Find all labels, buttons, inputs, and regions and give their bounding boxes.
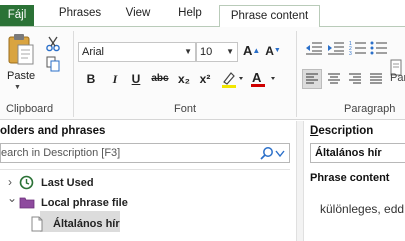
bulleted-list-icon[interactable] bbox=[370, 40, 388, 56]
font-size-select[interactable]: 10 ▼ bbox=[196, 42, 238, 62]
grow-font-icon: A bbox=[243, 43, 253, 58]
phrase-detail-pane: Description Általános hír Phrase content… bbox=[304, 121, 405, 241]
document-icon bbox=[31, 216, 43, 232]
tab-view[interactable]: View bbox=[118, 4, 158, 26]
font-name-value: Arial bbox=[82, 46, 105, 58]
description-label-rest: escription bbox=[318, 125, 374, 137]
tab-file[interactable]: Fájl bbox=[0, 5, 34, 26]
tree-item-label: Local phrase file bbox=[41, 197, 128, 209]
folder-icon bbox=[19, 197, 35, 209]
align-center-icon[interactable] bbox=[327, 72, 341, 86]
paste-icon bbox=[8, 34, 34, 65]
tab-help[interactable]: Help bbox=[166, 4, 214, 26]
tree-item-altalanos-hir[interactable]: Általános hír bbox=[24, 214, 124, 234]
shrink-font-icon: A bbox=[265, 44, 274, 58]
clipboard-group-label: Clipboard bbox=[6, 103, 54, 115]
phrase-content-label: Phrase content bbox=[310, 172, 390, 184]
font-color-letter: A bbox=[252, 70, 262, 85]
chevron-down-icon: ▼ bbox=[184, 47, 192, 56]
font-color-button[interactable]: A bbox=[249, 70, 279, 88]
tree-item-label: Last Used bbox=[41, 177, 94, 189]
paste-label: Paste bbox=[7, 70, 36, 82]
description-field[interactable]: Általános hír bbox=[310, 143, 405, 163]
subscript-button[interactable]: x₂ bbox=[176, 70, 192, 88]
decrease-indent-icon[interactable] bbox=[305, 40, 323, 56]
bold-button[interactable]: B bbox=[84, 70, 98, 88]
superscript-button[interactable]: x² bbox=[197, 70, 213, 88]
collapse-arrow-icon[interactable]: ⌄ bbox=[7, 191, 17, 205]
ribbon: Paste ▼ Clipboard Arial ▼ 10 ▼ A▲ A▼ B I… bbox=[0, 27, 405, 120]
group-separator bbox=[296, 31, 297, 117]
search-icon[interactable] bbox=[259, 146, 287, 161]
svg-text:3: 3 bbox=[349, 51, 352, 56]
font-size-value: 10 bbox=[200, 46, 213, 58]
increase-indent-icon[interactable] bbox=[327, 40, 345, 56]
pane-title: olders and phrases bbox=[0, 125, 106, 137]
strikethrough-button[interactable]: abc bbox=[149, 70, 171, 88]
underline-button[interactable]: U bbox=[129, 70, 143, 88]
tab-phrases[interactable]: Phrases bbox=[47, 4, 113, 26]
shrink-font-arrow-icon: ▼ bbox=[273, 47, 281, 54]
chevron-down-icon: ▼ bbox=[14, 84, 21, 91]
search-input[interactable]: earch in Description [F3] bbox=[0, 143, 290, 163]
italic-button[interactable]: I bbox=[108, 70, 122, 88]
align-right-icon[interactable] bbox=[348, 72, 362, 86]
ribbon-tab-bar: Fájl Phrases View Help Phrase content bbox=[0, 0, 405, 27]
description-label: Description bbox=[310, 125, 373, 137]
paragraph-partial-label: Para bbox=[390, 72, 405, 84]
group-separator bbox=[73, 31, 74, 117]
tree-item-label: Általános hír bbox=[53, 218, 120, 230]
pane-splitter[interactable] bbox=[296, 121, 304, 241]
folders-and-phrases-pane: olders and phrases earch in Description … bbox=[0, 121, 296, 241]
align-left-button[interactable] bbox=[302, 69, 322, 89]
numbered-list-icon[interactable]: 1 2 3 bbox=[349, 40, 367, 56]
chevron-down-icon: ▼ bbox=[226, 47, 234, 56]
shrink-font-button[interactable]: A▼ bbox=[265, 42, 281, 60]
cut-icon[interactable] bbox=[45, 36, 61, 52]
description-value: Általános hír bbox=[315, 147, 382, 159]
tab-phrase-content[interactable]: Phrase content bbox=[219, 5, 320, 27]
font-name-select[interactable]: Arial ▼ bbox=[78, 42, 196, 62]
clock-icon bbox=[19, 175, 34, 190]
expand-arrow-icon[interactable]: › bbox=[8, 175, 12, 189]
phrase-content-editor[interactable]: különleges, edd bbox=[320, 202, 404, 216]
search-placeholder: earch in Description [F3] bbox=[1, 147, 121, 159]
paragraph-group-label: Paragraph bbox=[344, 103, 396, 115]
font-group-label: Font bbox=[174, 103, 197, 115]
highlight-color-button[interactable] bbox=[220, 70, 246, 88]
tree-item-last-used[interactable]: › Last Used bbox=[0, 173, 180, 193]
tree-item-local-phrase-file[interactable]: ⌄ Local phrase file bbox=[0, 191, 180, 213]
align-left-icon bbox=[306, 73, 318, 84]
grow-font-button[interactable]: A▲ bbox=[243, 42, 261, 60]
copy-icon[interactable] bbox=[45, 56, 61, 72]
justify-icon[interactable] bbox=[369, 72, 383, 86]
grow-font-arrow-icon: ▲ bbox=[252, 46, 261, 55]
